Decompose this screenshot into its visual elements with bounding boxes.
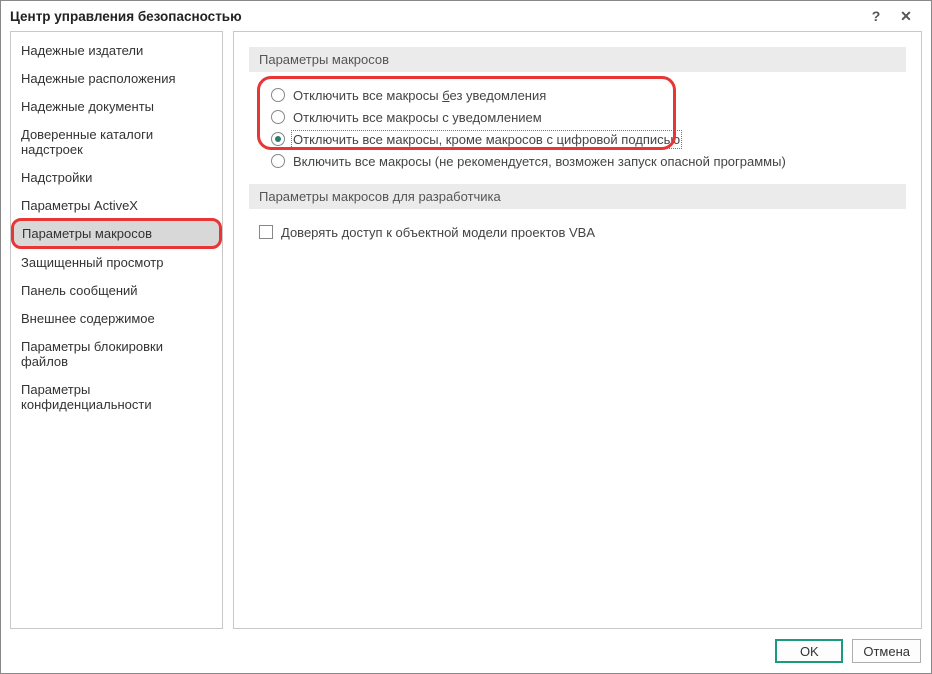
main-panel: Параметры макросов Отключить все макросы… [233,31,922,629]
trust-center-dialog: Центр управления безопасностью ? ✕ Надеж… [0,0,932,674]
titlebar: Центр управления безопасностью ? ✕ [1,1,931,31]
radio-icon [271,110,285,124]
radio-icon [271,154,285,168]
developer-checkbox-group: Доверять доступ к объектной модели проек… [259,221,906,243]
radio-enable-all[interactable]: Включить все макросы (не рекомендуется, … [271,150,906,172]
sidebar-item-addins[interactable]: Надстройки [11,163,222,191]
radio-icon [271,132,285,146]
dialog-title: Центр управления безопасностью [10,9,861,24]
sidebar-item-macro-settings[interactable]: Параметры макросов [11,218,222,249]
sidebar-item-message-bar[interactable]: Панель сообщений [11,276,222,304]
sidebar-item-file-block[interactable]: Параметры блокировки файлов [11,332,222,375]
sidebar: Надежные издатели Надежные расположения … [10,31,223,629]
sidebar-item-trusted-addin-catalogs[interactable]: Доверенные каталоги надстроек [11,120,222,163]
sidebar-item-privacy[interactable]: Параметры конфиденциальности [11,375,222,418]
sidebar-item-protected-view[interactable]: Защищенный просмотр [11,248,222,276]
radio-disable-no-notify[interactable]: Отключить все макросы без уведомления [271,84,906,106]
radio-label: Отключить все макросы без уведомления [293,88,546,103]
sidebar-item-trusted-documents[interactable]: Надежные документы [11,92,222,120]
checkbox-label: Доверять доступ к объектной модели проек… [281,225,595,240]
radio-disable-except-signed[interactable]: Отключить все макросы, кроме макросов с … [271,128,906,150]
checkbox-icon [259,225,273,239]
help-button[interactable]: ? [861,8,891,24]
macro-settings-radio-group: Отключить все макросы без уведомления От… [271,84,906,172]
ok-button[interactable]: OK [775,639,843,663]
radio-disable-with-notify[interactable]: Отключить все макросы с уведомлением [271,106,906,128]
radio-icon [271,88,285,102]
radio-label: Включить все макросы (не рекомендуется, … [293,154,786,169]
section-header-macro-settings: Параметры макросов [249,47,906,72]
radio-label: Отключить все макросы с уведомлением [293,110,542,125]
content-area: Надежные издатели Надежные расположения … [1,31,931,629]
sidebar-item-activex[interactable]: Параметры ActiveX [11,191,222,219]
sidebar-item-trusted-locations[interactable]: Надежные расположения [11,64,222,92]
footer: OK Отмена [1,629,931,673]
section-header-developer-macro: Параметры макросов для разработчика [249,184,906,209]
checkbox-trust-vba-access[interactable]: Доверять доступ к объектной модели проек… [259,221,906,243]
radio-label: Отключить все макросы, кроме макросов с … [293,132,680,147]
cancel-button[interactable]: Отмена [852,639,921,663]
sidebar-item-trusted-publishers[interactable]: Надежные издатели [11,36,222,64]
close-button[interactable]: ✕ [891,8,921,25]
sidebar-item-external-content[interactable]: Внешнее содержимое [11,304,222,332]
